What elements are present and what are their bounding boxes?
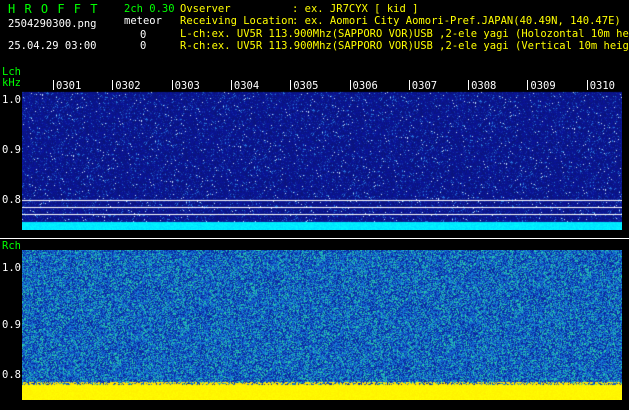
time-tick — [349, 80, 351, 90]
lch-time-label: 0307 — [411, 80, 438, 92]
lch-freq-label: 0.9 — [2, 144, 21, 156]
lch-time-label: 0308 — [471, 80, 497, 92]
rch-channel-label: Rch — [2, 240, 21, 252]
lch-spectrogram — [22, 78, 622, 230]
lch-time-label: 0303 — [174, 80, 200, 92]
time-tick — [53, 80, 54, 90]
lch-unit-label: kHz — [2, 77, 21, 89]
location-value: : ex. Aomori City Aomori-Pref.JAPAN(40.4… — [292, 15, 621, 27]
lch-time-label: 0306 — [352, 80, 378, 92]
lch-time-label: 0302 — [115, 80, 141, 92]
rch-freq-label: 1.0 — [2, 262, 21, 274]
time-tick — [586, 80, 588, 90]
meteor-count-rch: 0 — [140, 40, 147, 52]
location-label: Receiving Location — [180, 15, 294, 27]
app-title: H R O F F T — [8, 2, 99, 16]
time-tick — [290, 80, 292, 90]
time-tick — [468, 80, 470, 90]
lch-receiver-info: L-ch:ex. UV5R 113.900Mhz(SAPPORO VOR)USB… — [180, 28, 629, 40]
time-tick — [171, 80, 173, 90]
rch-spectrogram — [22, 250, 622, 400]
lch-time-label: 0310 — [589, 80, 615, 92]
lch-time-label: 0301 — [56, 80, 82, 92]
time-tick — [230, 80, 232, 90]
time-tick — [408, 80, 410, 90]
lch-freq-label: 1.0 — [2, 94, 21, 106]
observer-label: Ovserver — [180, 3, 231, 15]
lch-time-label: 0305 — [293, 80, 319, 92]
timestamp: 25.04.29 03:00 — [8, 40, 97, 52]
rch-freq-label: 0.9 — [2, 319, 21, 331]
rch-receiver-info: R-ch:ex. UV5R 113.900Mhz(SAPPORO VOR)USB… — [180, 40, 629, 52]
observer-value: : ex. JR7CYX [ kid ] — [292, 3, 419, 15]
panel-separator — [0, 238, 629, 239]
file-name: 2504290300.png — [8, 18, 97, 30]
channel-info: 2ch 0.30 — [124, 3, 175, 15]
lch-time-label: 0304 — [233, 80, 260, 92]
lch-freq-label: 0.8 — [2, 194, 21, 206]
time-tick — [527, 80, 529, 90]
rch-freq-label: 0.8 — [2, 369, 21, 381]
time-tick — [112, 80, 114, 90]
meteor-label: meteor — [124, 15, 162, 27]
lch-time-label: 0309 — [530, 80, 556, 92]
